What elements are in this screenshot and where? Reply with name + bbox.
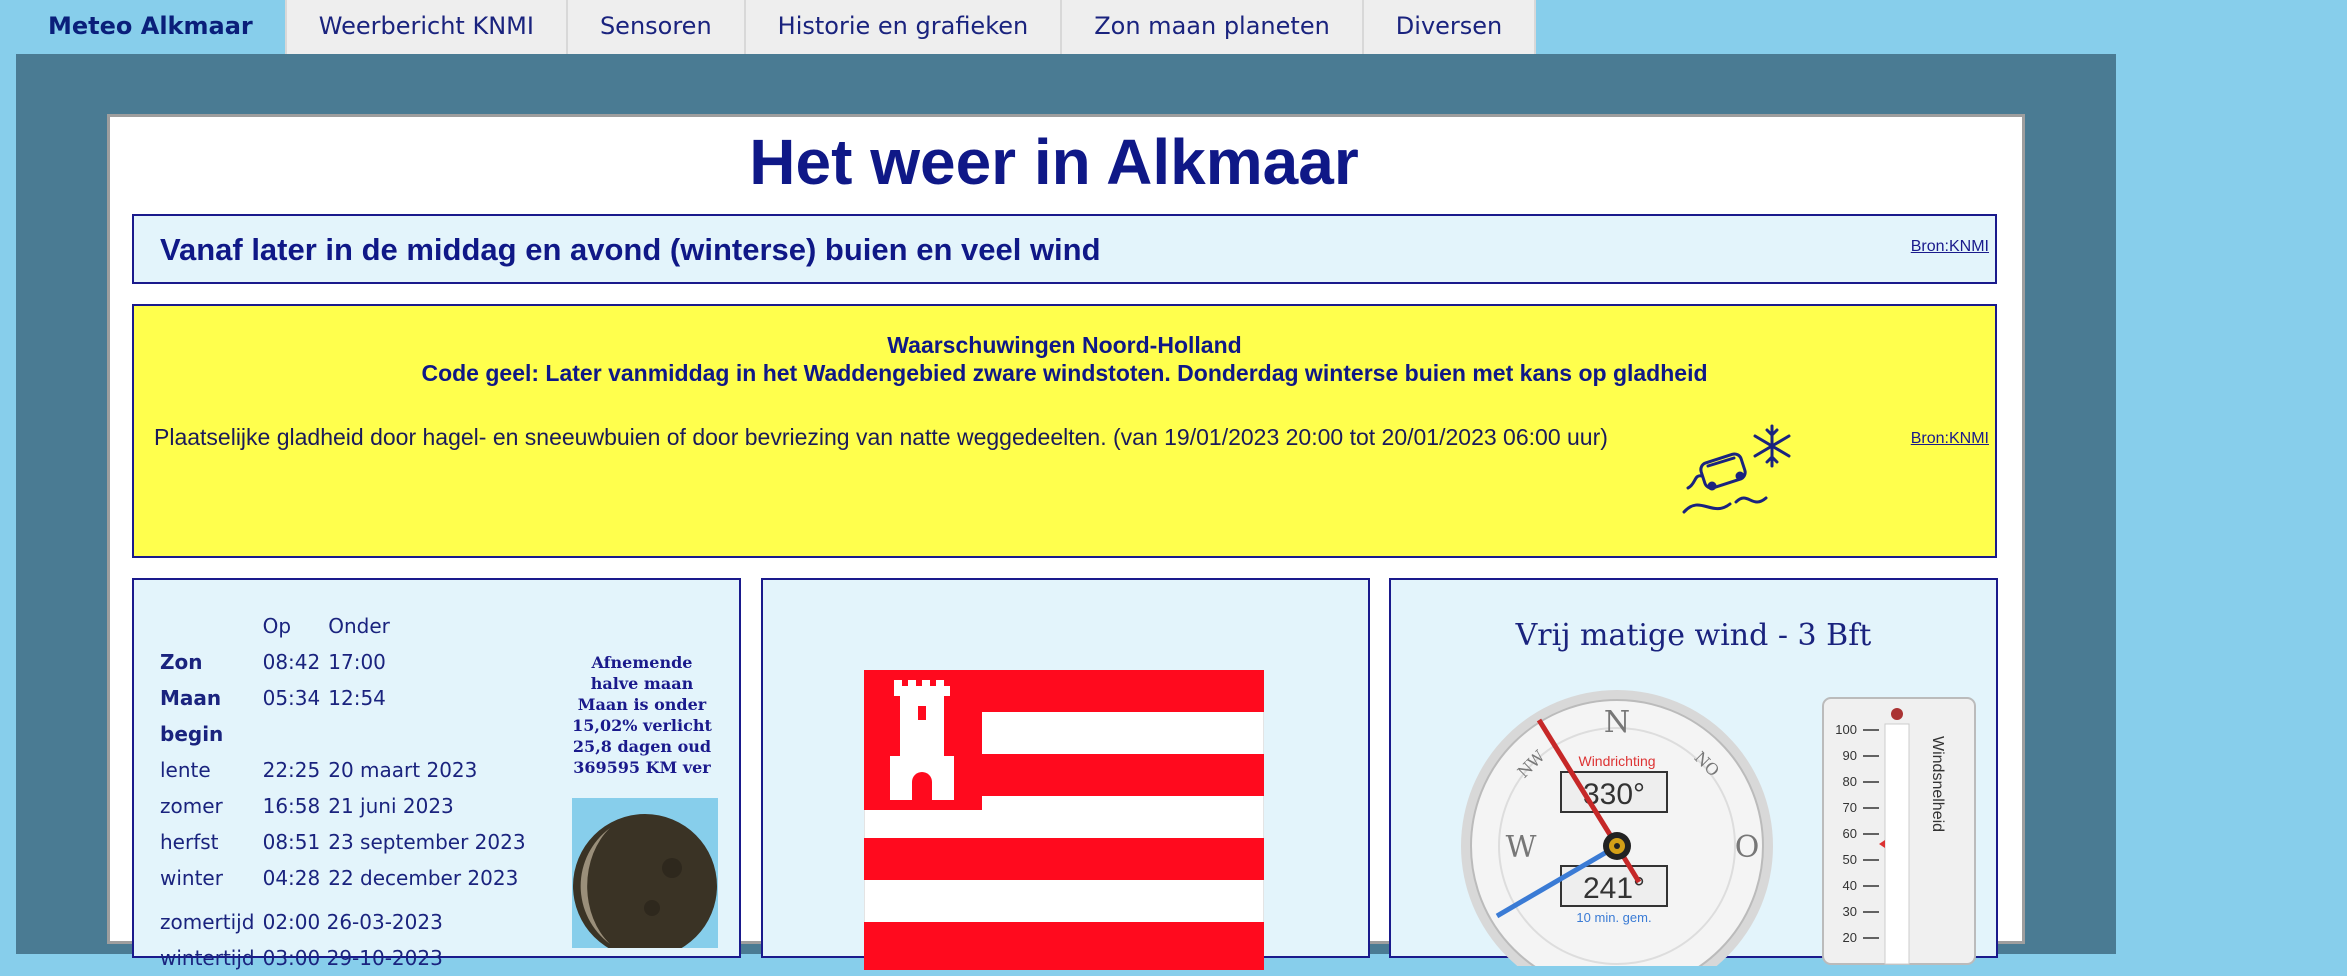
- forecast-source-link[interactable]: Bron:KNMI: [1911, 238, 1989, 256]
- moon-lit: 15,02% verlicht: [572, 716, 712, 735]
- wind-speed-gauge: 100 90 80 70 60 50 40 30 20 Windsnelheid: [1821, 696, 1981, 970]
- moon-label: Maan: [160, 686, 222, 710]
- sun-rise: 08:42: [262, 650, 321, 674]
- compass-n: N: [1604, 705, 1630, 740]
- wind-speed-label: Windsnelheid: [1929, 736, 1946, 832]
- season-row: herfst 08:51 23 september 2023: [160, 830, 526, 854]
- tab-meteo-alkmaar[interactable]: Meteo Alkmaar: [16, 0, 287, 54]
- alkmaar-flag: [863, 669, 1265, 971]
- wind-direction-label: Windrichting: [1578, 753, 1655, 769]
- svg-text:50: 50: [1843, 852, 1857, 867]
- seasons-begin-label: begin: [160, 722, 224, 746]
- warning-detail: Plaatselijke gladheid door hagel- en sne…: [154, 424, 1608, 450]
- sun-moon-card: Op Onder Zon 08:42 17:00 Maan 05:34 12:5…: [132, 578, 741, 970]
- moon-age: 25,8 dagen oud: [572, 737, 712, 756]
- moon-phase: Afnemende halve maan: [590, 653, 694, 693]
- page-title: Het weer in Alkmaar: [749, 126, 1359, 198]
- svg-text:60: 60: [1843, 826, 1857, 841]
- tab-historie-grafieken[interactable]: Historie en grafieken: [745, 0, 1063, 54]
- dst-value: 02:00 26-03-2023: [262, 910, 443, 934]
- std-label: wintertijd: [160, 946, 255, 970]
- warning-code: Code geel: Later vanmiddag in het Wadden…: [421, 360, 1708, 386]
- svg-text:20: 20: [1843, 930, 1857, 945]
- dst-label: zomertijd: [160, 910, 255, 934]
- flag-card: [761, 578, 1370, 971]
- svg-text:30: 30: [1843, 904, 1857, 919]
- sun-set: 17:00: [328, 650, 386, 674]
- tab-diversen[interactable]: Diversen: [1363, 0, 1537, 54]
- col-up: Op: [262, 614, 292, 638]
- wind-avg-label: 10 min. gem.: [1576, 910, 1651, 925]
- col-down: Onder: [328, 614, 390, 638]
- sun-moon-table: Op Onder Zon 08:42 17:00 Maan 05:34 12:5…: [160, 608, 534, 976]
- warning-box: Waarschuwingen Noord-Holland Code geel: …: [132, 304, 1997, 558]
- season-row: zomer 16:58 21 juni 2023: [160, 794, 454, 818]
- moon-status: Maan is onder: [577, 695, 707, 714]
- wind-card: Vrij matige wind - 3 Bft N NO O W NW Win…: [1389, 578, 1998, 976]
- svg-text:70: 70: [1843, 800, 1857, 815]
- moon-info: Afnemende halve maan Maan is onder 15,02…: [572, 652, 712, 778]
- moon-rise: 05:34: [262, 686, 321, 710]
- warning-source-link[interactable]: Bron:KNMI: [1911, 430, 1989, 448]
- tab-weerbericht-knmi[interactable]: Weerbericht KNMI: [286, 0, 568, 54]
- wind-direction-gauge: N NO O W NW Windrichting 330° 241° 10 mi…: [1457, 686, 1777, 976]
- svg-text:90: 90: [1843, 748, 1857, 763]
- moon-distance: 369595 KM ver: [573, 758, 711, 777]
- slippery-road-snow-icon: [1682, 424, 1794, 525]
- wind-title: Vrij matige wind - 3 Bft: [1515, 618, 1872, 653]
- sun-label: Zon: [160, 650, 203, 674]
- moon-phase-image: [572, 798, 718, 948]
- svg-text:80: 80: [1843, 774, 1857, 789]
- season-row: lente 22:25 20 maart 2023: [160, 758, 478, 782]
- compass-o: O: [1735, 830, 1760, 865]
- std-value: 03:00 29-10-2023: [262, 946, 443, 970]
- compass-w: W: [1506, 830, 1537, 865]
- forecast-headline-box: Vanaf later in de middag en avond (winte…: [132, 214, 1997, 284]
- season-row: winter 04:28 22 december 2023: [160, 866, 519, 890]
- tab-zon-maan-planeten[interactable]: Zon maan planeten: [1062, 0, 1364, 54]
- main-nav: Meteo Alkmaar Weerbericht KNMI Sensoren …: [16, 0, 1537, 54]
- moon-set: 12:54: [328, 686, 386, 710]
- forecast-headline: Vanaf later in de middag en avond (winte…: [160, 232, 1101, 267]
- tab-sensoren[interactable]: Sensoren: [567, 0, 746, 54]
- svg-text:40: 40: [1843, 878, 1857, 893]
- svg-text:100: 100: [1835, 722, 1857, 737]
- warning-title: Waarschuwingen Noord-Holland: [887, 332, 1242, 358]
